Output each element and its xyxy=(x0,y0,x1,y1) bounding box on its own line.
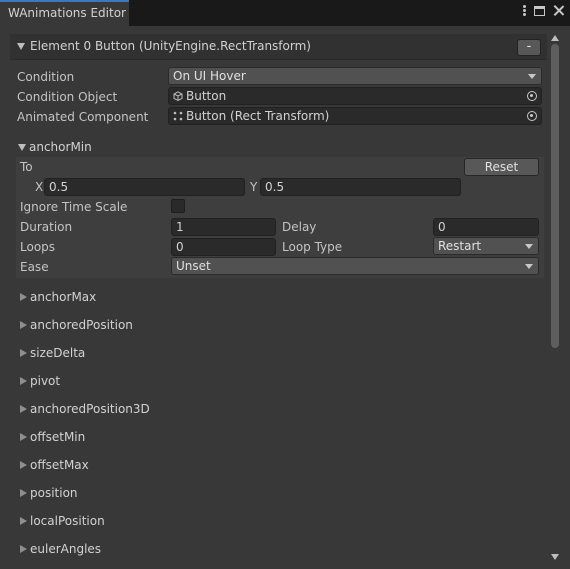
collapsed-triangle-icon[interactable] xyxy=(20,489,27,497)
collapsed-triangle-icon[interactable] xyxy=(20,461,27,469)
animated-component-field[interactable]: Button (Rect Transform) xyxy=(168,107,542,125)
chevron-down-icon xyxy=(525,264,533,269)
element-title: Element 0 Button (UnityEngine.RectTransf… xyxy=(30,39,311,53)
collapsed-triangle-icon[interactable] xyxy=(20,321,27,329)
y-label: Y xyxy=(250,180,258,194)
condition-object-value: Button xyxy=(186,89,227,103)
property-foldout[interactable]: pivot xyxy=(18,373,318,391)
component-picker-icon[interactable] xyxy=(527,111,537,121)
property-label: sizeDelta xyxy=(30,346,86,360)
property-label: anchorMax xyxy=(30,290,97,304)
chevron-down-icon xyxy=(528,74,536,79)
property-foldout[interactable]: anchoredPosition xyxy=(18,317,318,335)
condition-object-label: Condition Object xyxy=(17,90,118,104)
property-label: eulerAngles xyxy=(30,542,102,556)
loops-label: Loops xyxy=(20,240,56,254)
property-label: localPosition xyxy=(30,514,105,528)
collapsed-triangle-icon[interactable] xyxy=(20,517,27,525)
property-foldout[interactable]: localPosition xyxy=(18,513,318,531)
maximize-icon[interactable] xyxy=(534,5,545,16)
collapsed-triangle-icon[interactable] xyxy=(20,405,27,413)
tab-wanimations-editor[interactable]: WAnimations Editor xyxy=(0,0,129,26)
property-foldout[interactable]: position xyxy=(18,485,318,503)
property-label: offsetMin xyxy=(30,430,86,444)
property-foldout[interactable]: sizeDelta xyxy=(18,345,318,363)
expanded-triangle-icon[interactable] xyxy=(17,43,25,50)
collapsed-triangle-icon[interactable] xyxy=(20,545,27,553)
property-foldout[interactable]: offsetMax xyxy=(18,457,318,475)
tab-bar: WAnimations Editor xyxy=(0,0,570,26)
rect-transform-icon xyxy=(173,111,183,121)
kebab-menu-icon[interactable] xyxy=(523,5,526,16)
loop-type-value: Restart xyxy=(438,239,482,253)
condition-dropdown[interactable]: On UI Hover xyxy=(168,67,542,85)
property-label: pivot xyxy=(30,374,61,388)
x-field[interactable]: 0.5 xyxy=(44,178,245,196)
anchor-min-foldout[interactable]: anchorMin xyxy=(16,139,216,155)
animated-component-label: Animated Component xyxy=(17,110,149,124)
condition-value: On UI Hover xyxy=(173,69,246,83)
reset-button[interactable]: Reset xyxy=(464,158,539,176)
object-picker-icon[interactable] xyxy=(527,91,537,101)
scroll-up-arrow-icon[interactable] xyxy=(551,35,559,41)
gameobject-cube-icon xyxy=(173,91,183,101)
to-label: To xyxy=(20,160,33,174)
property-foldout[interactable]: eulerAngles xyxy=(18,541,318,559)
condition-object-field[interactable]: Button xyxy=(168,87,542,105)
property-foldout[interactable]: anchoredPosition3D xyxy=(18,401,318,419)
delay-label: Delay xyxy=(282,220,317,234)
property-label: anchoredPosition3D xyxy=(30,402,150,416)
close-icon[interactable] xyxy=(553,5,564,16)
expanded-triangle-icon[interactable] xyxy=(18,144,26,151)
ignore-time-scale-checkbox[interactable] xyxy=(171,199,185,213)
property-foldout[interactable]: offsetMin xyxy=(18,429,318,447)
collapsed-triangle-icon[interactable] xyxy=(20,349,27,357)
property-label: anchoredPosition xyxy=(30,318,133,332)
loop-type-label: Loop Type xyxy=(282,240,343,254)
anchor-min-label: anchorMin xyxy=(29,140,92,154)
ease-value: Unset xyxy=(176,259,211,273)
ease-label: Ease xyxy=(20,260,49,274)
window-controls xyxy=(523,5,564,16)
animated-component-value: Button (Rect Transform) xyxy=(186,109,330,123)
collapsed-triangle-icon[interactable] xyxy=(20,293,27,301)
chevron-down-icon xyxy=(525,244,533,249)
loops-field[interactable]: 0 xyxy=(171,238,276,256)
property-label: position xyxy=(30,486,78,500)
duration-field[interactable]: 1 xyxy=(171,218,276,236)
element-header[interactable]: Element 0 Button (UnityEngine.RectTransf… xyxy=(10,34,547,60)
remove-element-button[interactable]: - xyxy=(517,39,541,56)
collapsed-triangle-icon[interactable] xyxy=(20,433,27,441)
ignore-time-scale-label: Ignore Time Scale xyxy=(20,200,128,214)
y-field[interactable]: 0.5 xyxy=(260,178,461,196)
delay-field[interactable]: 0 xyxy=(433,218,539,236)
property-foldout[interactable]: anchorMax xyxy=(18,289,318,307)
scrollbar-track[interactable] xyxy=(551,44,559,550)
ease-dropdown[interactable]: Unset xyxy=(171,257,539,275)
property-label: offsetMax xyxy=(30,458,89,472)
vertical-scrollbar[interactable] xyxy=(549,30,562,562)
condition-label: Condition xyxy=(17,70,75,84)
duration-label: Duration xyxy=(20,220,73,234)
x-label: X xyxy=(35,180,44,194)
loop-type-dropdown[interactable]: Restart xyxy=(433,237,539,255)
scrollbar-thumb[interactable] xyxy=(551,44,559,348)
scroll-down-arrow-icon[interactable] xyxy=(551,554,559,560)
collapsed-triangle-icon[interactable] xyxy=(20,377,27,385)
